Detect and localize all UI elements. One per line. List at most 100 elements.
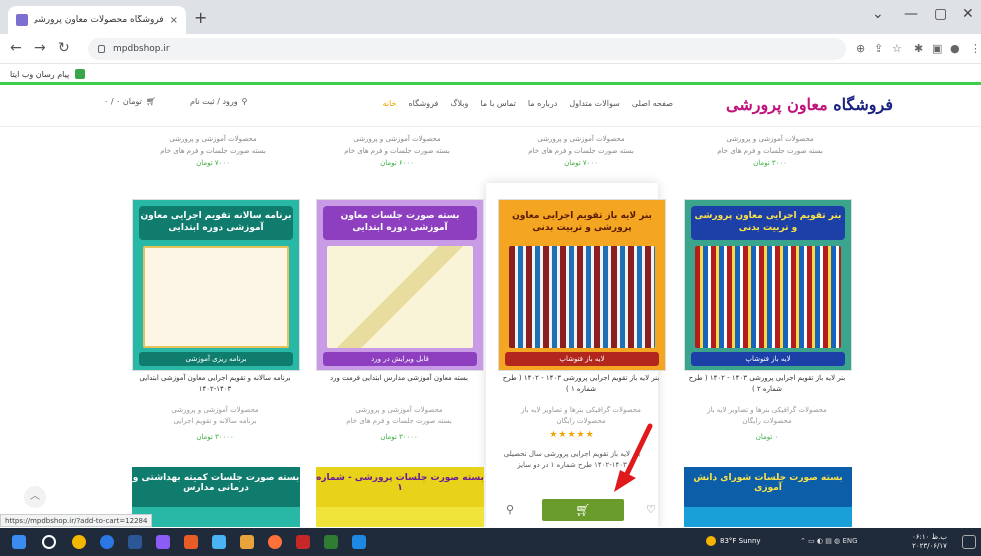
category-line: محصولات گرافیکی بنرها و تصاویر لایه باز <box>707 406 827 414</box>
bookmarks-bar: پیام رسان وب ایتا <box>0 64 981 84</box>
reload-icon[interactable]: ↻ <box>58 40 70 56</box>
category-line: محصولات رایگان <box>742 417 792 425</box>
maximize-button[interactable]: ▢ <box>934 6 947 22</box>
language-indicator: ENG <box>842 537 858 545</box>
eitaa-icon <box>75 69 86 79</box>
snippet-category: محصولات آموزشی و پرورشی <box>169 135 257 143</box>
cart-link[interactable]: ۰ / ۰ تومان 🛒︎ <box>104 97 156 106</box>
tab-title: فروشگاه محصولات معاون پرورشی <box>34 15 164 25</box>
zoom-icon[interactable]: ⊕ <box>856 42 865 55</box>
menu-kebab-icon[interactable]: ⋮ <box>970 42 981 55</box>
product-image[interactable]: بنر تقویم اجرایی معاون پرورشی و تربیت بد… <box>684 199 852 371</box>
site-header: فروشگاه معاون پرورشی خانه فروشگاه وبلاگ … <box>0 85 981 127</box>
sun-icon <box>706 536 716 546</box>
app-icon[interactable] <box>156 535 170 549</box>
clock-time: ۰۶:۱۰ ب.ظ <box>912 533 947 541</box>
nav-item-about[interactable]: درباره ما <box>528 99 557 108</box>
account-link[interactable]: ورود / ثبت نام ⚲ <box>190 97 247 106</box>
product-title[interactable]: بسته معاون آموزشی مدارس ابتدایی فرمت ورد <box>314 373 484 384</box>
profile-icon[interactable]: ● <box>950 42 960 55</box>
products-area: محصولات آموزشی و پرورشی بسته صورت جلسات … <box>0 127 981 527</box>
back-arrow-icon[interactable]: ← <box>10 40 22 56</box>
forward-arrow-icon[interactable]: → <box>34 40 46 56</box>
weather-widget[interactable]: 83°F Sunny <box>706 536 761 546</box>
product-image[interactable]: بسته صورت جلسات پرورشی - شماره ۱ <box>316 467 484 527</box>
nav-item-faq[interactable]: سوالات متداول <box>569 99 620 108</box>
tab-search-icon[interactable]: ⌄ <box>872 6 884 22</box>
app-icon[interactable] <box>212 535 226 549</box>
product-price: ۳۰۰۰۰ تومان <box>380 433 418 441</box>
add-to-cart-button[interactable]: 🛒︎ <box>542 499 624 521</box>
browser-tab-bar: فروشگاه محصولات معاون پرورشی × + ⌄ — ▢ ✕ <box>0 0 981 34</box>
cart-add-icon: 🛒︎ <box>575 503 591 517</box>
product-image[interactable]: بنر لایه باز تقویم اجرایی معاون پرورشی و… <box>498 199 666 371</box>
lock-icon <box>98 45 105 53</box>
search-icon[interactable] <box>42 535 56 549</box>
nav-item-shop[interactable]: فروشگاه <box>408 99 438 108</box>
nav-item-home[interactable]: خانه <box>383 99 397 108</box>
address-row: ← → ↻ mpdbshop.ir ⊕ ⇪ ☆ ✱ ▣ ● ⋮ <box>0 34 981 64</box>
product-image-title: بسته صورت جلسات پرورشی - شماره ۱ <box>316 467 484 507</box>
windows-start-icon[interactable] <box>12 535 26 549</box>
taskbar-clock[interactable]: ۰۶:۱۰ ب.ظ ۲۰۲۳/۰۶/۱۷ <box>912 533 947 551</box>
snippet-subcategory: بسته صورت جلسات و فرم های خام <box>528 147 634 155</box>
bookmark-eitaa[interactable]: پیام رسان وب ایتا <box>10 70 69 79</box>
browser-tab[interactable]: فروشگاه محصولات معاون پرورشی × <box>8 6 186 34</box>
logo-text-main: فروشگاه <box>833 95 893 114</box>
system-tray[interactable]: ⌃ ▭ ◐ ▤ ◍ ENG <box>800 537 858 545</box>
category-line: محصولات آموزشی و پرورشی <box>355 406 443 414</box>
bookmark-star-icon[interactable]: ☆ <box>892 42 902 55</box>
new-tab-button[interactable]: + <box>194 8 207 27</box>
edge-icon[interactable] <box>100 535 114 549</box>
firefox-icon[interactable] <box>268 535 282 549</box>
product-category: محصولات آموزشی و پرورشی برنامه سالانه و … <box>130 405 300 427</box>
account-label: ورود / ثبت نام <box>190 97 238 106</box>
product-title[interactable]: بنر لایه باز تقویم اجرایی پرورشی ۱۴۰۳ - … <box>496 373 666 395</box>
weather-text: 83°F Sunny <box>720 537 761 545</box>
nav-item-blog[interactable]: وبلاگ <box>450 99 468 108</box>
product-image[interactable]: برنامه سالانه تقویم اجرایی معاون آموزشی … <box>132 199 300 371</box>
app-icon[interactable] <box>184 535 198 549</box>
category-line: محصولات آموزشی و پرورشی <box>171 406 259 414</box>
wishlist-heart-icon[interactable]: ♡ <box>646 503 656 516</box>
close-tab-icon[interactable]: × <box>170 15 178 26</box>
product-image-title: بسته صورت جلسات معاون آموزشی دوره ابتدای… <box>323 206 477 240</box>
close-window-button[interactable]: ✕ <box>962 6 974 22</box>
category-line: بسته صورت جلسات و فرم های خام <box>346 417 452 425</box>
share-icon[interactable]: ⇪ <box>874 42 883 55</box>
address-bar[interactable]: mpdbshop.ir <box>88 38 846 60</box>
nav-item-main[interactable]: صفحه اصلی <box>632 99 673 108</box>
scroll-to-top-button[interactable]: ︿ <box>24 486 46 508</box>
product-image-footer: لایه باز فتوشاپ <box>691 352 845 366</box>
product-image[interactable]: بسته صورت جلسات شورای دانش آموزی <box>684 467 852 527</box>
site-logo[interactable]: فروشگاه معاون پرورشی <box>726 95 893 114</box>
nav-item-contact[interactable]: تماس با ما <box>480 99 516 108</box>
product-price: ۳۰۰۰۰ تومان <box>196 433 234 441</box>
notification-icon[interactable] <box>962 535 976 549</box>
snippet-subcategory: بسته صورت جلسات و فرم های خام <box>717 147 823 155</box>
sidepanel-icon[interactable]: ▣ <box>932 42 942 55</box>
product-price: ۰ تومان <box>755 433 779 441</box>
product-snippet: محصولات آموزشی و پرورشی بسته صورت جلسات … <box>685 133 855 169</box>
app-icon[interactable] <box>324 535 338 549</box>
snippet-category: محصولات آموزشی و پرورشی <box>537 135 625 143</box>
link-status-url: https://mpdbshop.ir/?add-to-cart=12284 <box>0 514 153 527</box>
app-icon[interactable] <box>296 535 310 549</box>
extensions-icon[interactable]: ✱ <box>914 42 923 55</box>
file-explorer-icon[interactable] <box>128 535 142 549</box>
product-snippet: محصولات آموزشی و پرورشی بسته صورت جلسات … <box>496 133 666 169</box>
app-icon[interactable] <box>240 535 254 549</box>
product-image[interactable]: بسته صورت جلسات معاون آموزشی دوره ابتدای… <box>316 199 484 371</box>
logo-text-sub: معاون پرورشی <box>726 95 834 114</box>
minimize-button[interactable]: — <box>904 6 918 22</box>
chrome-icon[interactable] <box>72 535 86 549</box>
cart-icon: 🛒︎ <box>145 97 157 106</box>
snippet-price: ۷۰۰۰ تومان <box>564 159 598 167</box>
product-title[interactable]: برنامه سالانه و تقویم اجرایی معاون آموزش… <box>130 373 300 395</box>
product-title[interactable]: بنر لایه باز تقویم اجرایی پرورشی ۱۴۰۳ - … <box>682 373 852 395</box>
snippet-subcategory: بسته صورت جلسات و فرم های خام <box>344 147 450 155</box>
app-icon[interactable] <box>352 535 366 549</box>
snippet-price: ۶۰۰۰ تومان <box>380 159 414 167</box>
quick-view-search-icon[interactable]: ⚲ <box>506 503 514 516</box>
product-image[interactable]: بسته صورت جلسات کمیته بهداشتی و درمانی م… <box>132 467 300 527</box>
